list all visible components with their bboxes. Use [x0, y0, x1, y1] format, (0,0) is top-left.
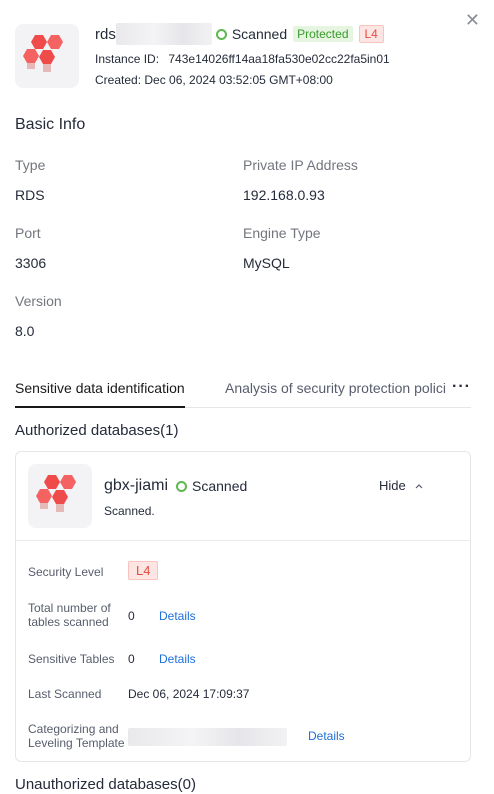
- database-card: gbx-jiami Scanned Scanned. Hide Security…: [15, 451, 471, 762]
- unauthorized-databases-title: Unauthorized databases(0): [15, 776, 196, 793]
- hide-label: Hide: [379, 478, 406, 493]
- status-scanned-icon: [215, 28, 227, 40]
- tables-scanned-details-link[interactable]: Details: [159, 609, 196, 623]
- tab-bar: Sensitive data identification Analysis o…: [15, 378, 471, 408]
- hide-button[interactable]: Hide: [379, 478, 424, 493]
- instance-id-label: Instance ID:: [95, 52, 160, 66]
- card-divider: [16, 540, 470, 541]
- close-icon[interactable]: ✕: [465, 10, 480, 31]
- sensitive-tables-details-link[interactable]: Details: [159, 652, 196, 666]
- type-value: RDS: [15, 187, 45, 203]
- sensitive-tables-label: Sensitive Tables: [28, 652, 115, 666]
- tab-sensitive-data-identification[interactable]: Sensitive data identification: [15, 380, 185, 396]
- level-tag: L4: [358, 25, 384, 43]
- database-title-row: gbx-jiami Scanned: [104, 477, 247, 495]
- instance-status: Scanned: [231, 26, 288, 42]
- chevron-up-icon: [415, 483, 423, 488]
- redacted-instance-name: [115, 23, 212, 45]
- instance-id-row: Instance ID: 743e14026ff14aa18fa530e02cc…: [95, 52, 390, 66]
- authorized-databases-title: Authorized databases(1): [15, 422, 179, 439]
- security-level-label: Security Level: [28, 565, 104, 579]
- type-label: Type: [15, 157, 46, 173]
- tables-scanned-value: 0: [128, 609, 135, 623]
- version-value: 8.0: [15, 323, 35, 339]
- scan-note: Scanned.: [104, 504, 155, 518]
- protected-tag: Protected: [293, 26, 353, 42]
- more-icon[interactable]: ···: [452, 378, 471, 396]
- security-level-value: L4: [128, 561, 159, 580]
- port-label: Port: [15, 225, 41, 241]
- template-label: Categorizing and Leveling Template: [28, 722, 125, 750]
- active-tab-indicator: [15, 406, 185, 408]
- database-name: gbx-jiami: [104, 477, 169, 494]
- tables-scanned-label: Total number of tables scanned: [28, 601, 111, 629]
- redacted-template-name: [128, 728, 287, 746]
- private-ip-label: Private IP Address: [243, 157, 358, 173]
- port-value: 3306: [15, 255, 47, 271]
- tab-security-protection-analysis[interactable]: Analysis of security protection polici: [225, 380, 447, 396]
- instance-name-prefix: rds: [95, 25, 116, 43]
- instance-id-value: 743e14026ff14aa18fa530e02cc22fa5in01: [168, 52, 390, 66]
- sensitive-tables-value: 0: [128, 652, 135, 666]
- database-status: Scanned: [192, 478, 248, 494]
- title-row: rds Scanned Protected L4: [95, 23, 384, 45]
- last-scanned-label: Last Scanned: [28, 687, 102, 701]
- database-logo-icon: [28, 464, 92, 528]
- last-scanned-value: Dec 06, 2024 17:09:37: [128, 687, 250, 701]
- status-scanned-icon: [176, 480, 188, 492]
- private-ip-value: 192.168.0.93: [243, 187, 325, 203]
- template-details-link[interactable]: Details: [308, 729, 345, 743]
- basic-info-title: Basic Info: [15, 116, 86, 133]
- rds-logo-icon: [15, 24, 79, 88]
- version-label: Version: [15, 293, 62, 309]
- engine-type-label: Engine Type: [243, 225, 321, 241]
- engine-type-value: MySQL: [243, 255, 290, 271]
- created-time: Created: Dec 06, 2024 03:52:05 GMT+08:00: [95, 73, 333, 87]
